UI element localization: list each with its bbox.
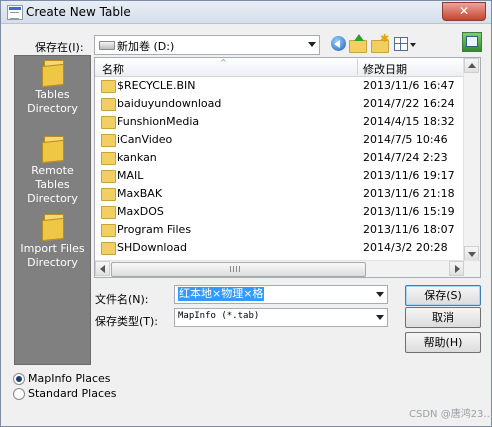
column-header-date[interactable]: 修改日期 [363,61,407,77]
folder-icon [101,116,116,129]
up-folder-icon[interactable] [349,34,367,53]
folder-icon [41,60,64,88]
scroll-right-button[interactable] [449,261,464,276]
horizontal-scroll-thumb[interactable] [111,262,366,277]
chevron-down-icon[interactable] [376,292,384,297]
filetype-value: MapInfo (*.tab) [178,311,260,321]
drive-icon [99,41,115,50]
file-name: MAIL [117,169,144,182]
folder-icon [101,224,116,237]
view-menu-icon[interactable] [393,35,417,53]
standard-places-radio[interactable] [13,388,25,400]
file-row[interactable]: FunshionMedia 2014/4/15 18:32 [95,113,464,131]
places-bar: Tables Directory Remote Tables Directory… [14,55,91,365]
column-divider[interactable] [357,59,358,75]
file-name: MaxBAK [117,187,163,200]
title-bar: Create New Table ✕ [1,1,491,24]
horizontal-scrollbar[interactable] [95,260,480,277]
file-name: MaxDOS [117,205,164,218]
file-row[interactable]: Program Files 2013/11/6 18:07 [95,221,464,239]
place-label: Remote Tables Directory [27,164,78,205]
mapinfo-places-radio[interactable] [13,373,25,385]
place-label: Tables Directory [27,88,78,115]
help-button[interactable]: 帮助(H) [405,332,481,353]
chevron-down-icon[interactable] [308,42,316,47]
filetype-label: 保存类型(T): [95,315,159,328]
save-button[interactable]: 保存(S) [405,285,481,306]
close-button[interactable]: ✕ [442,2,486,21]
standard-places-label[interactable]: Standard Places [28,387,117,400]
place-label: Import Files Directory [20,242,85,269]
file-row[interactable]: kankan 2014/7/24 2:23 [95,149,464,167]
chevron-down-icon[interactable] [376,315,384,320]
create-new-table-dialog: Create New Table ✕ 保存在(I): 新加卷 (D:) ✱ Ta… [0,0,492,427]
file-row[interactable]: SHDownload 2014/3/2 20:28 [95,239,464,257]
file-name: baiduyundownload [117,97,222,110]
folder-icon [101,98,116,111]
vertical-scrollbar[interactable] [463,58,480,261]
look-in-label: 保存在(I): [35,41,84,54]
place-tables-directory[interactable]: Tables Directory [15,60,90,116]
file-date: 2013/11/6 21:18 [363,187,455,200]
filename-label: 文件名(N): [95,293,149,306]
scroll-left-button[interactable] [95,261,110,276]
file-date: 2014/7/5 10:46 [363,133,448,146]
cancel-button[interactable]: 取消 [405,307,481,328]
file-date: 2013/11/6 19:17 [363,169,455,182]
file-name: iCanVideo [117,133,173,146]
folder-icon [41,136,64,164]
file-name: FunshionMedia [117,115,200,128]
filename-input[interactable]: 红本地×物理×格 [174,285,388,304]
scroll-down-button[interactable] [464,246,479,261]
file-date: 2014/3/2 20:28 [363,241,448,254]
file-list-header: 名称 ^ 修改日期 [95,58,464,77]
file-list[interactable]: 名称 ^ 修改日期 $RECYCLE.BIN 2013/11/6 16:47 bai… [94,57,481,278]
app-icon [7,5,23,20]
file-name: kankan [117,151,157,164]
file-row[interactable]: MAIL 2013/11/6 19:17 [95,167,464,185]
filetype-dropdown[interactable]: MapInfo (*.tab) [174,308,388,327]
folder-icon [101,80,116,93]
file-date: 2014/7/24 2:23 [363,151,448,164]
help-icon[interactable] [462,32,482,52]
look-in-dropdown[interactable]: 新加卷 (D:) [94,35,320,55]
watermark-text: CSDN @唐鸿23... [409,409,492,420]
folder-icon [101,206,116,219]
folder-icon [41,214,64,242]
column-header-name[interactable]: 名称 [102,61,124,77]
file-name: Program Files [117,223,192,236]
file-date: 2014/4/15 18:32 [363,115,455,128]
folder-icon [101,170,116,183]
new-folder-icon[interactable]: ✱ [371,32,389,53]
file-date: 2014/7/22 16:24 [363,97,455,110]
filename-value: 红本地×物理×格 [178,287,265,301]
file-row[interactable]: MaxBAK 2013/11/6 21:18 [95,185,464,203]
file-name: $RECYCLE.BIN [117,79,196,92]
file-row[interactable]: $RECYCLE.BIN 2013/11/6 16:47 [95,77,464,95]
file-date: 2013/11/6 18:07 [363,223,455,236]
place-import-files-directory[interactable]: Import Files Directory [15,214,90,270]
file-row[interactable]: baiduyundownload 2014/7/22 16:24 [95,95,464,113]
file-date: 2013/11/6 16:47 [363,79,455,92]
file-name: SHDownload [117,241,187,254]
back-icon[interactable] [330,35,348,53]
window-title: Create New Table [26,5,131,19]
grip-icon [230,266,242,272]
folder-icon [101,242,116,255]
folder-icon [101,134,116,147]
file-row[interactable]: iCanVideo 2014/7/5 10:46 [95,131,464,149]
scroll-up-button[interactable] [464,58,479,73]
mapinfo-places-label[interactable]: MapInfo Places [28,372,111,385]
sort-ascending-icon: ^ [220,58,227,67]
folder-icon [101,152,116,165]
folder-icon [101,188,116,201]
file-row[interactable]: MaxDOS 2013/11/6 15:19 [95,203,464,221]
place-remote-tables-directory[interactable]: Remote Tables Directory [15,136,90,206]
look-in-value: 新加卷 (D:) [117,40,175,53]
file-date: 2013/11/6 15:19 [363,205,455,218]
